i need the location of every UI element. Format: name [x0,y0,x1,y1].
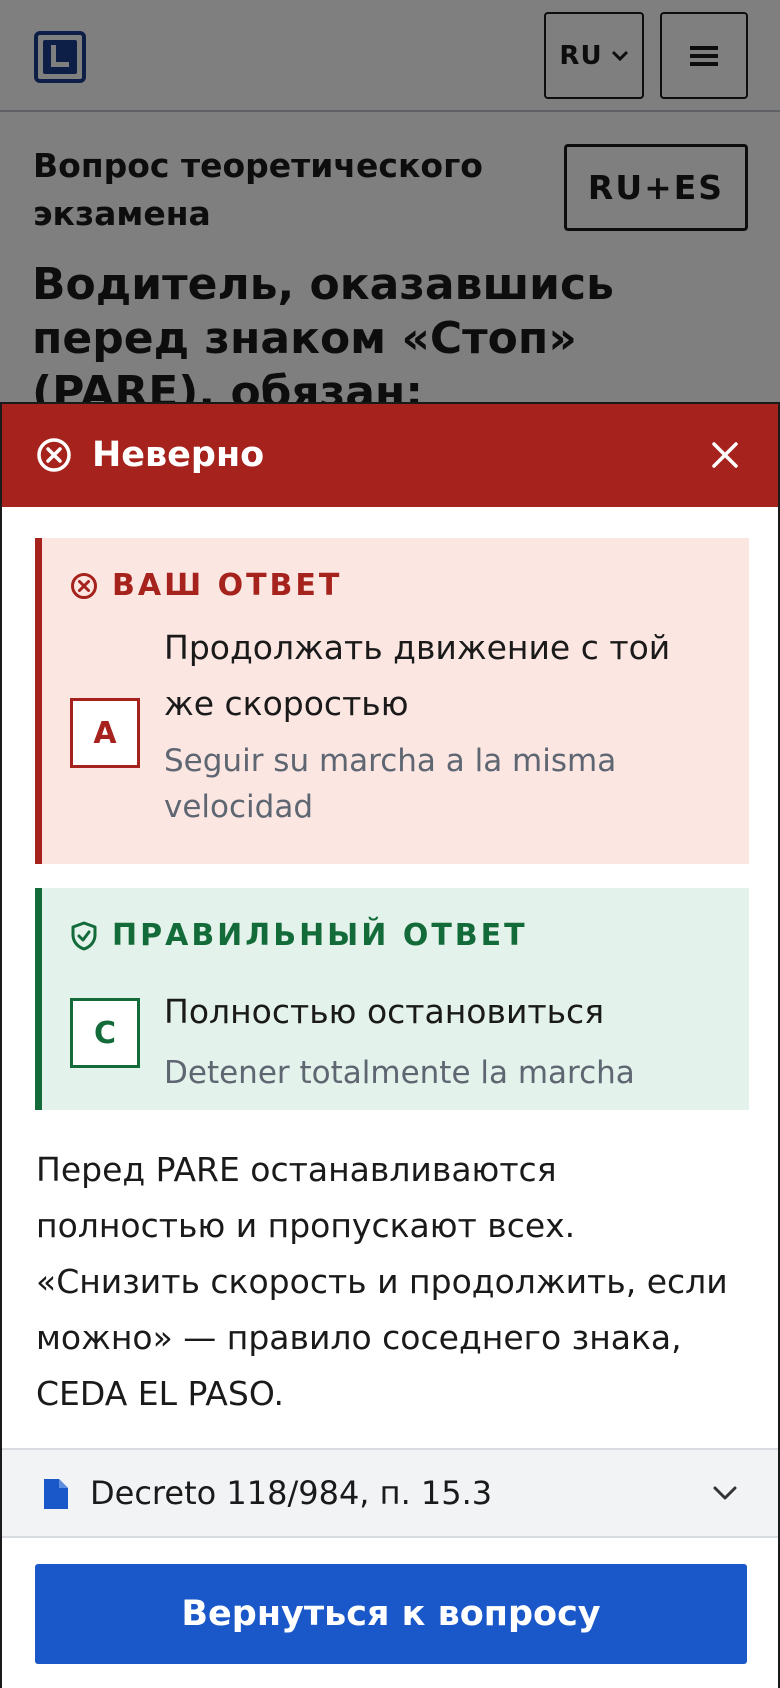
language-selector[interactable]: RU [544,12,644,99]
question-text: Водитель, оказавшись перед знаком «Стоп»… [32,259,614,418]
source-accordion[interactable]: Decreto 118/984, п. 15.3 [2,1448,778,1538]
answer-letter-badge: A [70,698,140,768]
menu-button[interactable] [660,12,748,99]
shield-check-icon [71,921,97,950]
close-button[interactable] [702,432,748,478]
app-logo[interactable] [34,31,86,83]
answer-text-ru: Полностью остановиться [164,992,605,1031]
language-label: RU [559,40,603,71]
source-reference: Decreto 118/984, п. 15.3 [90,1474,493,1512]
document-icon [44,1479,68,1509]
feedback-header: Неверно [2,404,778,507]
error-circle-icon [37,438,71,472]
explanation-text: Перед PARE останавливаются полностью и п… [36,1150,728,1413]
answer-text-es: Detener totalmente la marcha [164,1055,635,1091]
language-mode-button[interactable]: RU+ES [564,144,748,231]
your-answer-card: ВАШ ОТВЕТ A Продолжать движение с той же… [35,538,749,864]
correct-answer-card: ПРАВИЛЬНЫЙ ОТВЕТ C Полностью остановитьс… [35,888,749,1110]
back-to-question-button[interactable]: Вернуться к вопросу [35,1564,747,1664]
chevron-down-icon [713,1486,737,1500]
feedback-sheet: Неверно ВАШ ОТВЕТ A Продолжать движение … [0,402,780,1688]
close-icon [712,442,738,468]
error-circle-icon [71,572,97,599]
chevron-down-icon [611,50,628,61]
correct-answer-label: ПРАВИЛЬНЫЙ ОТВЕТ [70,918,528,953]
feedback-title: Неверно [92,435,265,475]
answer-text: Полностью остановиться Detener totalment… [164,984,724,1096]
answer-letter-badge: C [70,998,140,1068]
hamburger-icon [690,45,718,66]
answer-text: Продолжать движение с той же скоростью S… [164,620,724,830]
answer-text-ru: Продолжать движение с той же скоростью [164,628,671,723]
your-answer-label: ВАШ ОТВЕТ [70,568,342,603]
question-kicker: Вопрос теоретического экзамена [33,146,483,233]
top-bar: RU [0,0,780,112]
answer-text-es: Seguir su marcha a la misma velocidad [164,743,617,825]
